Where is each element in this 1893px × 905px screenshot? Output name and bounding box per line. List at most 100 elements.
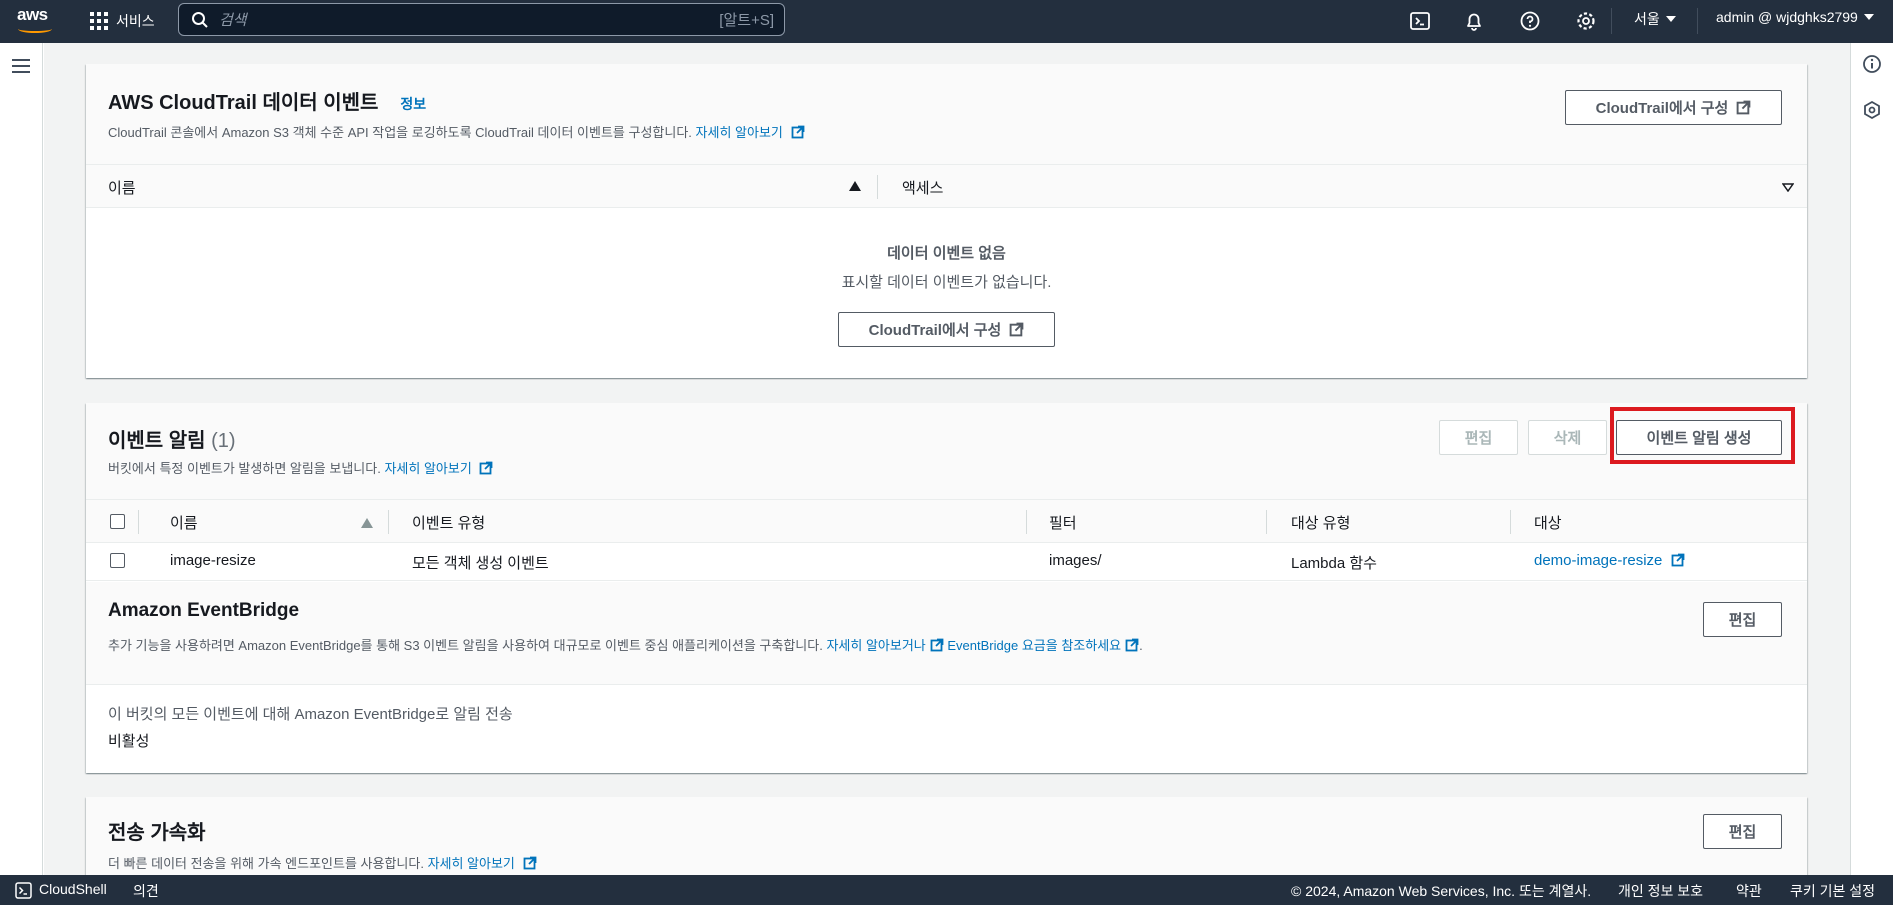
eventbridge-learn-more-link[interactable]: 자세히 알아보거나 bbox=[826, 638, 925, 653]
transfer-acceleration-title: 전송 가속화 bbox=[108, 822, 206, 844]
external-link-icon bbox=[1010, 322, 1024, 337]
cloudtrail-learn-more-link[interactable]: 자세히 알아보기 bbox=[696, 125, 783, 140]
event-notifications-desc-text: 버킷에서 특정 이벤트가 발생하면 알림을 보냅니다. bbox=[108, 461, 381, 476]
sort-ascending-icon[interactable] bbox=[361, 518, 373, 528]
cloudtrail-config-label: CloudTrail에서 구성 bbox=[1595, 100, 1729, 117]
nav-divider bbox=[1697, 8, 1698, 34]
column-divider[interactable] bbox=[1026, 510, 1027, 534]
edit-button[interactable]: 편집 bbox=[1439, 420, 1518, 455]
column-header-access[interactable]: 액세스 bbox=[902, 177, 943, 198]
top-navigation: aws 서비스 검색 [알트+S] 서울 admin @ wjdghks2799 bbox=[0, 0, 1893, 43]
footer-privacy-link[interactable]: 개인 정보 보호 bbox=[1618, 881, 1703, 901]
destination-link[interactable]: demo-image-resize bbox=[1534, 552, 1662, 569]
transfer-acceleration-desc-text: 더 빠른 데이터 전송을 위해 가속 엔드포인트를 사용합니다. bbox=[108, 856, 424, 871]
empty-state-config-button[interactable]: CloudTrail에서 구성 bbox=[838, 312, 1055, 347]
row-event-type: 모든 객체 생성 이벤트 bbox=[412, 555, 549, 572]
footer-feedback-link[interactable]: 의견 bbox=[133, 881, 159, 901]
footer-copyright: © 2024, Amazon Web Services, Inc. 또는 계열사… bbox=[1291, 883, 1592, 899]
nav-divider bbox=[1611, 8, 1612, 34]
search-input[interactable]: 검색 bbox=[219, 9, 719, 30]
column-divider[interactable] bbox=[1266, 510, 1267, 534]
sort-ascending-icon[interactable] bbox=[849, 181, 861, 191]
cloudtrail-table-header: 이름 액세스 bbox=[86, 164, 1807, 208]
empty-state-title: 데이터 이벤트 없음 bbox=[887, 245, 1006, 262]
eventbridge-field-value: 비활성 bbox=[108, 733, 150, 750]
event-notifications-learn-more-link[interactable]: 자세히 알아보기 bbox=[384, 461, 471, 476]
help-icon[interactable] bbox=[1519, 10, 1541, 32]
bell-icon[interactable] bbox=[1463, 10, 1485, 32]
edit-button-label: 편집 bbox=[1464, 430, 1493, 447]
transfer-acceleration-edit-label: 편집 bbox=[1728, 824, 1757, 841]
cloudtrail-config-button[interactable]: CloudTrail에서 구성 bbox=[1565, 90, 1782, 125]
transfer-acceleration-edit-button[interactable]: 편집 bbox=[1703, 814, 1782, 849]
sort-descending-icon[interactable] bbox=[1782, 183, 1794, 192]
main-content: AWS CloudTrail 데이터 이벤트 정보 CloudTrail 콘솔에서… bbox=[44, 43, 1850, 875]
select-all-checkbox[interactable] bbox=[110, 514, 125, 529]
column-header-destination-type[interactable]: 대상 유형 bbox=[1291, 512, 1350, 533]
chevron-down-icon bbox=[1665, 16, 1676, 22]
table-row: image-resize 모든 객체 생성 이벤트 images/ Lambda… bbox=[86, 543, 1807, 581]
left-rail bbox=[0, 43, 43, 875]
row-checkbox[interactable] bbox=[110, 553, 125, 568]
transfer-acceleration-description: 더 빠른 데이터 전송을 위해 가속 엔드포인트를 사용합니다. 자세히 알아보… bbox=[108, 853, 537, 872]
delete-button-label: 삭제 bbox=[1553, 430, 1582, 447]
column-header-name[interactable]: 이름 bbox=[108, 177, 136, 198]
event-notifications-header: 이벤트 알림 (1) 버킷에서 특정 이벤트가 발생하면 알림을 보냅니다. 자… bbox=[86, 403, 1807, 499]
row-destination-type: Lambda 함수 bbox=[1291, 555, 1377, 572]
settings-icon[interactable] bbox=[1575, 10, 1597, 32]
event-notifications-panel: 이벤트 알림 (1) 버킷에서 특정 이벤트가 발생하면 알림을 보냅니다. 자… bbox=[86, 403, 1807, 773]
event-notifications-description: 버킷에서 특정 이벤트가 발생하면 알림을 보냅니다. 자세히 알아보기 bbox=[108, 458, 493, 477]
cloudshell-icon[interactable] bbox=[1409, 10, 1431, 32]
eventbridge-period: . bbox=[1139, 638, 1143, 653]
external-link-icon bbox=[1737, 100, 1751, 115]
services-menu-button[interactable]: 서비스 bbox=[90, 8, 155, 34]
menu-icon[interactable] bbox=[12, 59, 30, 73]
cloudtrail-description: CloudTrail 콘솔에서 Amazon S3 객체 수준 API 작업을 … bbox=[108, 122, 805, 141]
eventbridge-title: Amazon EventBridge bbox=[108, 600, 300, 621]
event-notifications-count: (1) bbox=[211, 430, 236, 452]
external-link-icon bbox=[930, 638, 944, 652]
right-rail bbox=[1850, 43, 1893, 875]
transfer-acceleration-learn-more-link[interactable]: 자세히 알아보기 bbox=[428, 856, 515, 871]
aws-logo-text: aws bbox=[17, 5, 48, 24]
row-name: image-resize bbox=[170, 552, 256, 569]
footer-terms-link[interactable]: 약관 bbox=[1736, 881, 1762, 901]
eventbridge-description: 추가 기능을 사용하려면 Amazon EventBridge를 통해 S3 이… bbox=[108, 635, 1143, 654]
external-link-icon bbox=[480, 461, 493, 475]
eventbridge-divider bbox=[86, 684, 1807, 685]
row-filter: images/ bbox=[1049, 552, 1102, 569]
info-icon[interactable] bbox=[1862, 54, 1882, 74]
aws-logo[interactable]: aws bbox=[17, 6, 55, 36]
cloudtrail-desc-text: CloudTrail 콘솔에서 Amazon S3 객체 수준 API 작업을 … bbox=[108, 125, 692, 140]
eventbridge-desc-text: 추가 기능을 사용하려면 Amazon EventBridge를 통해 S3 이… bbox=[108, 638, 823, 653]
footer-cloudshell-link[interactable]: CloudShell bbox=[39, 881, 107, 897]
cloudtrail-title-text: AWS CloudTrail 데이터 이벤트 bbox=[108, 92, 379, 114]
region-selector[interactable]: 서울 bbox=[1634, 9, 1676, 29]
eventbridge-pricing-link[interactable]: EventBridge 요금을 참조하세요 bbox=[947, 638, 1121, 653]
search-shortcut: [알트+S] bbox=[719, 12, 774, 29]
column-header-event-type[interactable]: 이벤트 유형 bbox=[412, 512, 485, 533]
cloudtrail-info-link[interactable]: 정보 bbox=[400, 96, 426, 112]
search-bar[interactable]: 검색 [알트+S] bbox=[178, 3, 785, 36]
footer-cookies-link[interactable]: 쿠키 기본 설정 bbox=[1790, 881, 1875, 901]
footer: CloudShell 의견 © 2024, Amazon Web Service… bbox=[0, 875, 1893, 905]
column-header-name[interactable]: 이름 bbox=[170, 512, 198, 533]
column-divider[interactable] bbox=[877, 175, 878, 199]
transfer-acceleration-header: 전송 가속화 더 빠른 데이터 전송을 위해 가속 엔드포인트를 사용합니다. … bbox=[86, 797, 1807, 875]
eventbridge-header: Amazon EventBridge 추가 기능을 사용하려면 Amazon E… bbox=[86, 582, 1807, 684]
column-header-filter[interactable]: 필터 bbox=[1049, 512, 1077, 533]
eventbridge-field-label: 이 버킷의 모든 이벤트에 대해 Amazon EventBridge로 알림 … bbox=[108, 706, 513, 723]
account-menu[interactable]: admin @ wjdghks2799 bbox=[1716, 9, 1874, 25]
column-header-destination[interactable]: 대상 bbox=[1534, 512, 1562, 533]
external-link-icon bbox=[1671, 553, 1684, 567]
external-link-icon bbox=[523, 856, 536, 870]
delete-button[interactable]: 삭제 bbox=[1528, 420, 1607, 455]
column-divider[interactable] bbox=[388, 510, 389, 534]
eventbridge-edit-button[interactable]: 편집 bbox=[1703, 602, 1782, 637]
hexagon-icon[interactable] bbox=[1862, 100, 1882, 120]
column-divider[interactable] bbox=[1510, 510, 1511, 534]
empty-config-label: CloudTrail에서 구성 bbox=[868, 322, 1002, 339]
external-link-icon bbox=[791, 125, 804, 139]
column-divider bbox=[138, 510, 139, 534]
cloudshell-icon[interactable] bbox=[15, 882, 32, 899]
